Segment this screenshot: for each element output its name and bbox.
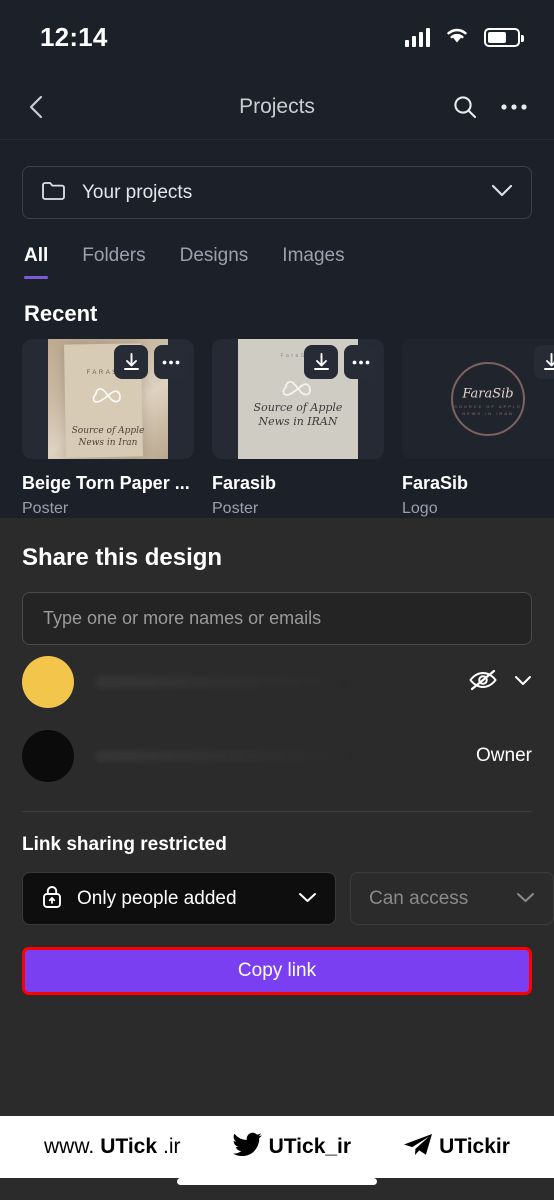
share-sheet-title: Share this design [22,544,223,571]
artwork-caption: Source of Apple News in Iran [71,426,145,449]
sheet-divider [22,811,532,812]
link-access-label: Only people added [77,887,237,909]
more-horizontal-icon[interactable] [154,345,188,379]
project-card-title: Beige Torn Paper ... [22,473,190,493]
thumbnail-actions [534,345,554,379]
twitter-bird-icon [232,1132,263,1163]
search-icon[interactable] [452,94,478,120]
infinity-logo-icon [92,388,121,403]
project-scope-select[interactable]: Your projects [22,166,532,219]
project-card-title: Farasib [212,473,277,493]
artwork-brand: FaraSib [462,386,514,402]
watermark-bar: www. UTick .ir UTick_ir UTickir [0,1116,554,1178]
download-icon[interactable] [534,345,554,379]
avatar [22,730,74,782]
chevron-down-icon [491,184,513,202]
home-indicator [0,1178,554,1200]
chevron-down-icon [516,890,535,908]
watermark-twitter-handle: UTick_ir [268,1135,352,1158]
artwork-caption: Source of Apple News in IRAN [253,400,343,429]
status-bar: 12:14 [0,0,554,74]
link-access-select[interactable]: Only people added [22,872,336,925]
wifi-icon [444,25,470,49]
project-card-type: Poster [212,500,259,517]
status-bar-icons [404,25,524,49]
person-permission[interactable] [468,668,532,697]
recent-cards: FARASIB Source of Apple News in Iran Beig… [22,339,554,518]
download-icon[interactable] [304,345,338,379]
project-thumbnail[interactable]: FaraSib Source of Apple News in IRAN [212,339,384,459]
more-horizontal-icon[interactable] [500,103,528,111]
back-button[interactable] [26,94,48,120]
project-scope-label: Your projects [82,181,193,203]
battery-icon [484,27,524,47]
status-bar-clock: 12:14 [40,21,108,52]
copy-link-button[interactable]: Copy link [22,947,532,995]
thumbnail-actions [114,345,188,379]
nav-actions [452,94,528,120]
watermark-website: www. UTick .ir [44,1135,181,1159]
person-name [96,750,477,762]
artwork-caption: SOURCE OF APPLE NEWS IN IRAN [454,404,522,416]
shared-person-row[interactable] [22,645,532,719]
tab-folders[interactable]: Folders [82,245,145,279]
download-icon[interactable] [114,345,148,379]
telegram-plane-icon [403,1132,433,1163]
more-horizontal-icon[interactable] [344,345,378,379]
phone-screen: 12:14 Projects Your projects All Folders… [0,0,554,1200]
folder-icon [41,180,66,206]
watermark-website-main: UTick [100,1135,158,1158]
tab-images[interactable]: Images [282,245,344,279]
link-permission-label: Can access [369,887,469,909]
link-sharing-controls: Only people added Can access [22,872,554,925]
project-thumbnail[interactable]: FARASIB Source of Apple News in Iran [22,339,194,459]
link-sharing-label: Link sharing restricted [22,834,227,855]
watermark-twitter: UTick_ir [232,1132,352,1163]
project-card[interactable]: FARASIB Source of Apple News in Iran Beig… [22,339,194,518]
watermark-telegram-handle: UTickir [439,1135,510,1158]
avatar [22,656,74,708]
share-sheet: Share this design Type one or more names… [0,518,554,1116]
project-card-type: Poster [22,500,69,517]
tab-all[interactable]: All [24,245,49,279]
nav-bar: Projects [0,74,554,140]
watermark-telegram: UTickir [403,1132,510,1163]
copy-link-wrap: Copy link [22,947,532,995]
project-card-title: FaraSib [402,473,469,493]
lock-icon [41,884,63,914]
chevron-down-icon[interactable] [514,673,532,691]
share-recipients-input[interactable]: Type one or more names or emails [22,592,532,645]
shared-person-row[interactable]: Owner [22,719,532,793]
projects-content: Your projects All Folders Designs Images… [0,140,554,518]
recent-section-title: Recent [24,301,98,326]
link-permission-select[interactable]: Can access [350,872,554,925]
chevron-left-icon [26,94,48,120]
project-card[interactable]: FaraSib SOURCE OF APPLE NEWS IN IRAN Fara… [402,339,554,518]
filter-tabs: All Folders Designs Images [22,245,532,279]
person-role: Owner [476,745,532,766]
chevron-down-icon [298,890,317,908]
eye-off-icon[interactable] [468,668,498,697]
person-name [96,676,468,688]
signal-bars-icon [404,27,430,47]
project-thumbnail[interactable]: FaraSib SOURCE OF APPLE NEWS IN IRAN [402,339,554,459]
project-card[interactable]: FaraSib Source of Apple News in IRAN Fara… [212,339,384,518]
project-card-type: Logo [402,500,438,517]
watermark-website-suffix: .ir [163,1135,181,1158]
watermark-website-prefix: www. [44,1135,95,1158]
thumbnail-actions [304,345,378,379]
tab-designs[interactable]: Designs [180,245,249,279]
thumbnail-artwork: FaraSib SOURCE OF APPLE NEWS IN IRAN [402,339,554,459]
